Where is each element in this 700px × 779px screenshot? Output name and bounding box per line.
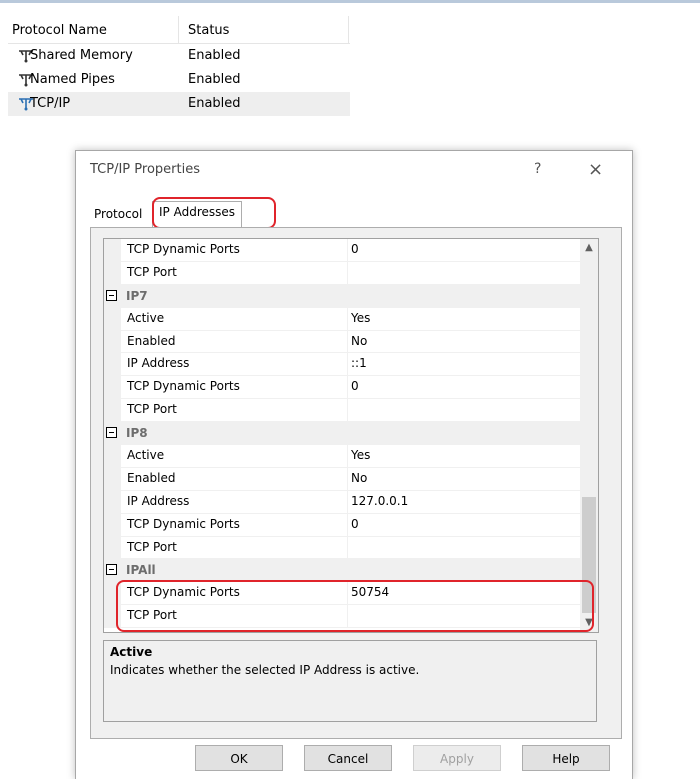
grid-property-row[interactable]: TCP Dynamic Ports 0 bbox=[104, 239, 598, 262]
grid-property-row[interactable]: TCP Port bbox=[104, 261, 598, 285]
protocol-row[interactable]: TCP/IP Enabled bbox=[8, 92, 350, 116]
property-value[interactable]: 127.0.0.1 bbox=[347, 490, 580, 514]
row-gutter bbox=[104, 445, 121, 468]
tcpip-properties-dialog: TCP/IP Properties ? × Protocol IP Addres… bbox=[75, 150, 633, 779]
grid-category-row[interactable]: IPAll bbox=[104, 559, 598, 583]
protocol-rows: Shared Memory Enabled Named Pipes Enabled TC… bbox=[8, 44, 350, 116]
grid-property-row[interactable]: TCP Port bbox=[104, 399, 598, 423]
row-gutter bbox=[104, 513, 121, 537]
row-gutter bbox=[104, 536, 121, 560]
protocol-name: Shared Memory bbox=[30, 48, 133, 63]
row-gutter bbox=[104, 239, 121, 262]
protocol-list-header: Protocol Name Status bbox=[8, 16, 350, 44]
property-name: TCP Port bbox=[121, 262, 347, 285]
help-icon[interactable]: ? bbox=[534, 161, 541, 177]
property-name: TCP Port bbox=[121, 399, 347, 423]
property-value[interactable] bbox=[347, 536, 580, 560]
collapse-icon[interactable] bbox=[106, 427, 117, 439]
protocol-status: Enabled bbox=[188, 72, 241, 87]
close-icon[interactable]: × bbox=[588, 159, 603, 180]
tab-strip: Protocol IP Addresses bbox=[90, 197, 620, 229]
scroll-up-icon[interactable]: ▲ bbox=[580, 239, 598, 257]
tab-protocol[interactable]: Protocol bbox=[94, 207, 142, 228]
grid-property-row[interactable]: TCP Dynamic Ports 0 bbox=[104, 513, 598, 537]
property-value[interactable]: 0 bbox=[347, 376, 580, 400]
column-header-status[interactable]: Status bbox=[188, 23, 229, 38]
apply-button[interactable]: Apply bbox=[413, 745, 501, 771]
column-divider[interactable] bbox=[178, 16, 179, 43]
protocol-list: Protocol Name Status Shared Memory Enable… bbox=[8, 16, 350, 116]
window-top-border bbox=[0, 0, 700, 3]
grid-property-row[interactable]: TCP Port bbox=[104, 536, 598, 560]
ipall-highlight-annotation bbox=[116, 580, 594, 632]
property-name: Active bbox=[121, 445, 347, 468]
property-value[interactable]: No bbox=[347, 467, 580, 491]
property-name: Active bbox=[121, 308, 347, 331]
property-value[interactable]: ::1 bbox=[347, 353, 580, 377]
grid-property-row[interactable]: IP Address 127.0.0.1 bbox=[104, 490, 598, 514]
grid-property-row[interactable]: IP Address::1 bbox=[104, 353, 598, 377]
protocol-row[interactable]: Named Pipes Enabled bbox=[8, 68, 350, 92]
tab-highlight-annotation bbox=[152, 197, 276, 229]
protocol-name: Named Pipes bbox=[30, 72, 115, 87]
dialog-titlebar[interactable]: TCP/IP Properties ? × bbox=[76, 151, 632, 191]
collapse-icon[interactable] bbox=[106, 564, 117, 576]
description-title: Active bbox=[110, 645, 153, 659]
category-name: IPAll bbox=[126, 563, 156, 578]
row-gutter bbox=[104, 353, 121, 377]
row-gutter bbox=[104, 376, 121, 400]
grid-property-row[interactable]: Active Yes bbox=[104, 307, 598, 331]
property-value[interactable]: No bbox=[347, 330, 580, 354]
grid-property-row[interactable]: Active Yes bbox=[104, 445, 598, 468]
protocol-status: Enabled bbox=[188, 96, 241, 111]
row-gutter bbox=[104, 467, 121, 491]
ok-button[interactable]: OK bbox=[195, 745, 283, 771]
property-name: TCP Port bbox=[121, 537, 347, 560]
category-name: IP8 bbox=[126, 426, 148, 441]
cancel-button[interactable]: Cancel bbox=[304, 745, 392, 771]
grid-category-row[interactable]: IP8 bbox=[104, 422, 598, 446]
property-value[interactable]: 0 bbox=[347, 513, 580, 537]
grid-property-row[interactable]: TCP Dynamic Ports 0 bbox=[104, 376, 598, 400]
property-name: IP Address bbox=[121, 353, 347, 377]
property-value[interactable]: Yes bbox=[347, 445, 580, 468]
ip-addresses-panel: TCP Dynamic Ports 0 TCP Port IP7 Active Yes En… bbox=[90, 227, 622, 739]
grid-property-row[interactable]: Enabled No bbox=[104, 330, 598, 354]
column-divider[interactable] bbox=[348, 16, 349, 43]
property-name: IP Address bbox=[121, 491, 347, 514]
property-name: Enabled bbox=[121, 468, 347, 491]
property-value[interactable]: 0 bbox=[347, 239, 580, 262]
property-name: TCP Dynamic Ports bbox=[121, 239, 347, 262]
row-gutter bbox=[104, 261, 121, 285]
property-value[interactable] bbox=[347, 399, 580, 423]
property-value[interactable]: Yes bbox=[347, 307, 580, 331]
property-name: TCP Dynamic Ports bbox=[121, 376, 347, 400]
dialog-title: TCP/IP Properties bbox=[90, 162, 200, 177]
help-button[interactable]: Help bbox=[522, 745, 610, 771]
grid-scrollbar[interactable]: ▲ ▼ bbox=[580, 239, 598, 632]
row-gutter bbox=[104, 399, 121, 423]
protocol-status: Enabled bbox=[188, 48, 241, 63]
protocol-name: TCP/IP bbox=[30, 96, 71, 111]
property-name: TCP Dynamic Ports bbox=[121, 514, 347, 537]
row-gutter bbox=[104, 307, 121, 331]
property-name: Enabled bbox=[121, 331, 347, 354]
grid-category-row[interactable]: IP7 bbox=[104, 284, 598, 308]
row-gutter bbox=[104, 490, 121, 514]
property-description: Active Indicates whether the selected IP… bbox=[103, 640, 597, 722]
description-text: Indicates whether the selected IP Addres… bbox=[110, 663, 420, 677]
protocol-row[interactable]: Shared Memory Enabled bbox=[8, 44, 350, 68]
property-grid: TCP Dynamic Ports 0 TCP Port IP7 Active Yes En… bbox=[103, 238, 599, 633]
collapse-icon[interactable] bbox=[106, 289, 117, 301]
grid-property-row[interactable]: Enabled No bbox=[104, 467, 598, 491]
row-gutter bbox=[104, 330, 121, 354]
property-grid-rows: TCP Dynamic Ports 0 TCP Port IP7 Active Yes En… bbox=[104, 239, 598, 629]
column-header-protocol-name[interactable]: Protocol Name bbox=[12, 23, 107, 38]
category-name: IP7 bbox=[126, 288, 148, 303]
property-value[interactable] bbox=[347, 261, 580, 285]
